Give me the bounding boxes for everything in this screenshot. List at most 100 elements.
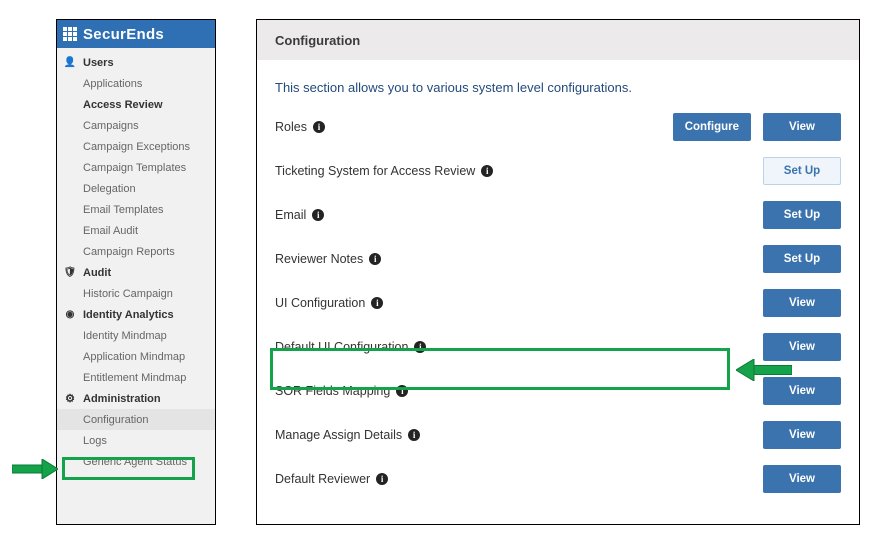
sidebar-section-label: Users — [83, 57, 114, 69]
sidebar-item-campaign-templates[interactable]: Campaign Templates — [57, 157, 215, 178]
sidebar-section-identity-analytics[interactable]: Identity Analytics — [57, 304, 215, 325]
sidebar-item-label: Campaign Templates — [83, 162, 186, 174]
sidebar-item-historic-campaign[interactable]: Historic Campaign — [57, 283, 215, 304]
info-icon[interactable]: i — [481, 165, 493, 177]
config-row-actions: Set Up — [763, 201, 841, 229]
config-row-label: Rolesi — [275, 120, 673, 134]
sidebar-section-label: Audit — [83, 267, 111, 279]
info-icon[interactable]: i — [313, 121, 325, 133]
config-row-reviewer-notes: Reviewer NotesiSet Up — [275, 237, 841, 281]
config-row-label: Emaili — [275, 208, 763, 222]
annotation-arrow-sidebar — [12, 459, 58, 479]
config-row-actions: View — [763, 333, 841, 361]
config-row-actions: View — [763, 289, 841, 317]
config-row-actions: Configure View — [673, 113, 841, 141]
config-row-actions: View — [763, 421, 841, 449]
config-row-ticketing-system-for-access-review: Ticketing System for Access ReviewiSet U… — [275, 149, 841, 193]
config-row-label: Default Revieweri — [275, 472, 763, 486]
annotation-arrow-row — [736, 359, 792, 381]
config-row-actions: View — [763, 465, 841, 493]
sidebar-section-label: Access Review — [83, 99, 163, 111]
set-up-button[interactable]: Set Up — [763, 201, 841, 229]
sidebar-section-label: Identity Analytics — [83, 309, 174, 321]
config-row-label: Manage Assign Detailsi — [275, 428, 763, 442]
sidebar-item-label: Campaign Reports — [83, 246, 175, 258]
sidebar-item-identity-mindmap[interactable]: Identity Mindmap — [57, 325, 215, 346]
sidebar-item-email-templates[interactable]: Email Templates — [57, 199, 215, 220]
sidebar-item-delegation[interactable]: Delegation — [57, 178, 215, 199]
main-panel: Configuration This section allows you to… — [256, 19, 860, 525]
config-row-label: UI Configurationi — [275, 296, 763, 310]
finger-icon — [63, 308, 77, 322]
config-row-actions: Set Up — [763, 157, 841, 185]
sidebar-item-label: Email Templates — [83, 204, 164, 216]
sidebar-item-label: Logs — [83, 435, 107, 447]
sidebar-item-email-audit[interactable]: Email Audit — [57, 220, 215, 241]
sidebar-item-label: Historic Campaign — [83, 288, 173, 300]
info-icon[interactable]: i — [312, 209, 324, 221]
shield-icon — [63, 266, 77, 280]
sidebar-item-application-mindmap[interactable]: Application Mindmap — [57, 346, 215, 367]
sidebar-item-campaigns[interactable]: Campaigns — [57, 115, 215, 136]
sidebar-section-users[interactable]: Users — [57, 52, 215, 73]
sidebar-section-access-review[interactable]: Access Review — [57, 94, 215, 115]
sidebar-item-label: Campaigns — [83, 120, 139, 132]
config-row-label: Reviewer Notesi — [275, 252, 763, 266]
info-icon[interactable]: i — [408, 429, 420, 441]
user-icon — [63, 56, 77, 70]
sidebar-section-audit[interactable]: Audit — [57, 262, 215, 283]
config-row-ui-configuration: UI ConfigurationiView — [275, 281, 841, 325]
apps-grid-icon[interactable] — [63, 27, 77, 41]
gear-icon — [63, 392, 77, 406]
configure-button[interactable]: Configure — [673, 113, 751, 141]
view-button[interactable]: View — [763, 421, 841, 449]
sidebar-item-logs[interactable]: Logs — [57, 430, 215, 451]
sidebar-item-label: Generic Agent Status — [83, 456, 187, 468]
info-icon[interactable]: i — [396, 385, 408, 397]
config-row-manage-assign-details: Manage Assign DetailsiView — [275, 413, 841, 457]
page-title: Configuration — [257, 20, 859, 60]
sidebar-item-label: Identity Mindmap — [83, 330, 167, 342]
sidebar-item-label: Campaign Exceptions — [83, 141, 190, 153]
info-icon[interactable]: i — [376, 473, 388, 485]
config-row-label: Default UI Configurationi — [275, 340, 763, 354]
info-icon[interactable]: i — [371, 297, 383, 309]
sidebar-item-label: Email Audit — [83, 225, 138, 237]
set-up-button[interactable]: Set Up — [763, 245, 841, 273]
info-icon[interactable]: i — [369, 253, 381, 265]
sidebar-item-label: Configuration — [83, 414, 148, 426]
sidebar-section-administration[interactable]: Administration — [57, 388, 215, 409]
sidebar-item-applications[interactable]: Applications — [57, 73, 215, 94]
view-button[interactable]: View — [763, 377, 841, 405]
sidebar-item-label: Application Mindmap — [83, 351, 185, 363]
sidebar-item-label: Delegation — [83, 183, 136, 195]
config-row-default-reviewer: Default RevieweriView — [275, 457, 841, 501]
view-button[interactable]: View — [763, 465, 841, 493]
config-row-actions: Set Up — [763, 245, 841, 273]
sidebar-item-label: Entitlement Mindmap — [83, 372, 186, 384]
sidebar-item-label: Applications — [83, 78, 142, 90]
view-button[interactable]: View — [763, 113, 841, 141]
sidebar-nav: Users Applications Access Review Campaigns C… — [57, 48, 215, 472]
page-description: This section allows you to various syste… — [257, 60, 859, 105]
config-row-actions: View — [763, 377, 841, 405]
sidebar-item-campaign-exceptions[interactable]: Campaign Exceptions — [57, 136, 215, 157]
brand-name: SecurEnds — [83, 26, 164, 43]
brand-bar: SecurEnds — [57, 20, 215, 48]
config-row-label: Ticketing System for Access Reviewi — [275, 164, 763, 178]
config-row-email: EmailiSet Up — [275, 193, 841, 237]
view-button[interactable]: View — [763, 289, 841, 317]
view-button[interactable]: View — [763, 333, 841, 361]
sidebar-item-campaign-reports[interactable]: Campaign Reports — [57, 241, 215, 262]
config-row-roles: RolesiConfigure View — [275, 105, 841, 149]
sidebar-item-configuration[interactable]: Configuration — [57, 409, 215, 430]
config-row-label: SOR Fields Mappingi — [275, 384, 763, 398]
sidebar: SecurEnds Users Applications Access Review… — [56, 19, 216, 525]
sidebar-item-entitlement-mindmap[interactable]: Entitlement Mindmap — [57, 367, 215, 388]
sidebar-section-label: Administration — [83, 393, 161, 405]
sidebar-item-generic-agent-status[interactable]: Generic Agent Status — [57, 451, 215, 472]
info-icon[interactable]: i — [414, 341, 426, 353]
config-rows: RolesiConfigure View Ticketing System for … — [257, 105, 859, 501]
set-up-button[interactable]: Set Up — [763, 157, 841, 185]
grid-icon — [63, 98, 77, 112]
